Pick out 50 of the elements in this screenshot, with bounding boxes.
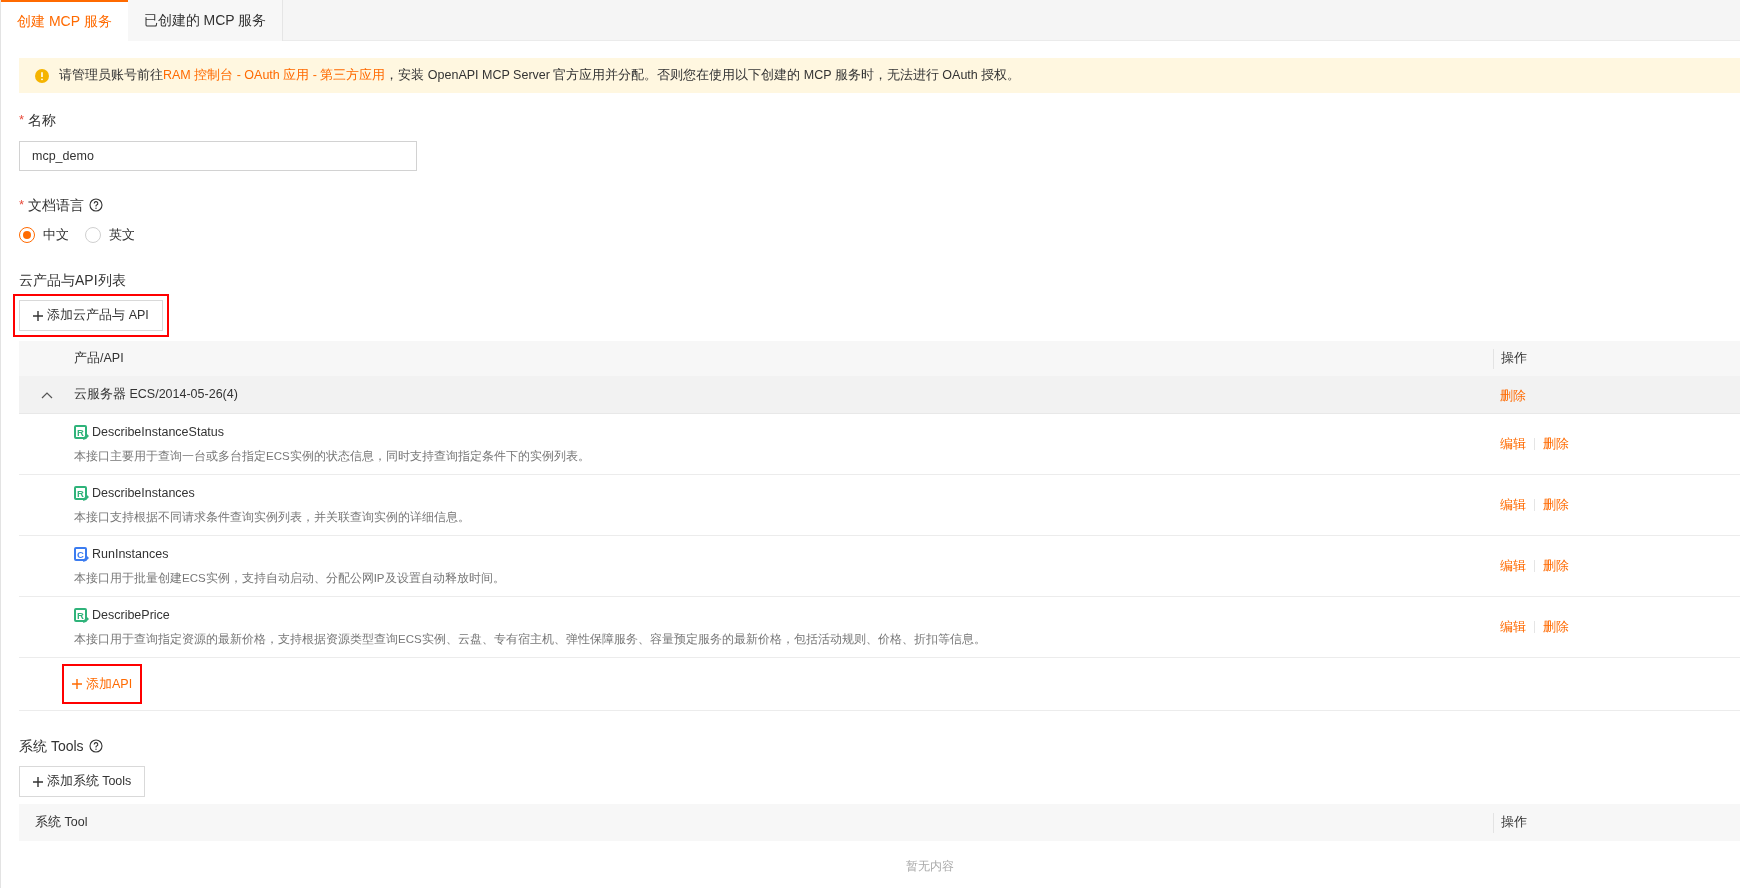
column-header: 系统 Tool <box>34 814 89 832</box>
action-link[interactable]: 删除 <box>1543 556 1569 576</box>
api-type-icon: R <box>74 424 89 440</box>
api-description: 本接口支持根据不同请求条件查询实例列表，并关联查询实例的详细信息。 <box>74 509 471 525</box>
product-name: 云服务器 ECS/2014-05-26(4) <box>74 386 239 404</box>
help-icon[interactable] <box>88 739 103 753</box>
language-radio[interactable]: 英文 <box>85 225 135 245</box>
action-link[interactable]: 删除 <box>1543 495 1569 515</box>
action-link[interactable]: 删除 <box>1500 388 1526 403</box>
required-mark: * <box>19 111 25 130</box>
api-description: 本接口主要用于查询一台或多台指定ECS实例的状态信息，同时支持查询指定条件下的实例列表。 <box>74 448 591 464</box>
action-link[interactable]: 编辑 <box>1500 617 1526 637</box>
api-name: DescribeInstanceStatus <box>92 424 224 441</box>
section-title: 云产品与API列表 <box>19 270 126 290</box>
empty-text: 暂无内容 <box>905 858 954 875</box>
column-header: 操作 <box>1501 350 1527 368</box>
add-button[interactable]: 添加云产品与 API <box>19 300 163 331</box>
action-link[interactable]: 编辑 <box>1500 434 1526 454</box>
add-button[interactable]: 添加系统 Tools <box>19 766 145 797</box>
column-header: 操作 <box>1501 814 1527 832</box>
add-api-link[interactable]: 添加API <box>68 670 137 698</box>
field-label: 文档语言 <box>28 195 85 215</box>
action-link[interactable]: 编辑 <box>1500 495 1526 515</box>
warning-icon <box>35 68 49 83</box>
action-link[interactable]: 删除 <box>1543 617 1569 637</box>
api-name: DescribePrice <box>92 607 170 624</box>
tab[interactable]: 创建 MCP 服务 <box>1 0 128 41</box>
language-radio[interactable]: 中文 <box>19 225 69 245</box>
api-type-icon: C <box>74 546 89 562</box>
action-link[interactable]: 编辑 <box>1500 556 1526 576</box>
section-title: 系统 Tools <box>19 736 84 756</box>
api-type-icon: R <box>74 607 89 623</box>
api-type-icon: R <box>74 485 89 501</box>
api-description: 本接口用于查询指定资源的最新价格，支持根据资源类型查询ECS实例、云盘、专有宿主机、弹性保障服务、容量预定服务的最新价格，包括活动规则、价格、折扣等信息。 <box>74 631 987 647</box>
tab[interactable]: 已创建的 MCP 服务 <box>127 0 284 41</box>
field-label: 名称 <box>28 110 57 130</box>
column-header: 产品/API <box>74 350 125 368</box>
plus-icon <box>33 310 44 321</box>
console-link[interactable]: RAM 控制台 - OAuth 应用 - 第三方应用 <box>163 68 386 83</box>
collapse-icon[interactable] <box>40 390 53 399</box>
plus-icon <box>32 776 43 787</box>
action-link[interactable]: 删除 <box>1543 434 1569 454</box>
name-field[interactable]: mcp_demo <box>19 141 417 171</box>
help-icon[interactable] <box>89 198 104 212</box>
api-description: 本接口用于批量创建ECS实例，支持自动启动、分配公网IP及设置自动释放时间。 <box>74 570 506 586</box>
notice-text: 请管理员账号前往RAM 控制台 - OAuth 应用 - 第三方应用，安装 OpenAPI MCP Server 官方应用并分配。否则您在使用以下创建的 MCP 服务时，无法进行 OAuth 授权。 <box>59 67 1021 85</box>
api-name: DescribeInstances <box>92 485 195 502</box>
api-name: RunInstances <box>92 546 169 563</box>
plus-icon <box>72 679 82 689</box>
required-mark: * <box>19 196 25 215</box>
